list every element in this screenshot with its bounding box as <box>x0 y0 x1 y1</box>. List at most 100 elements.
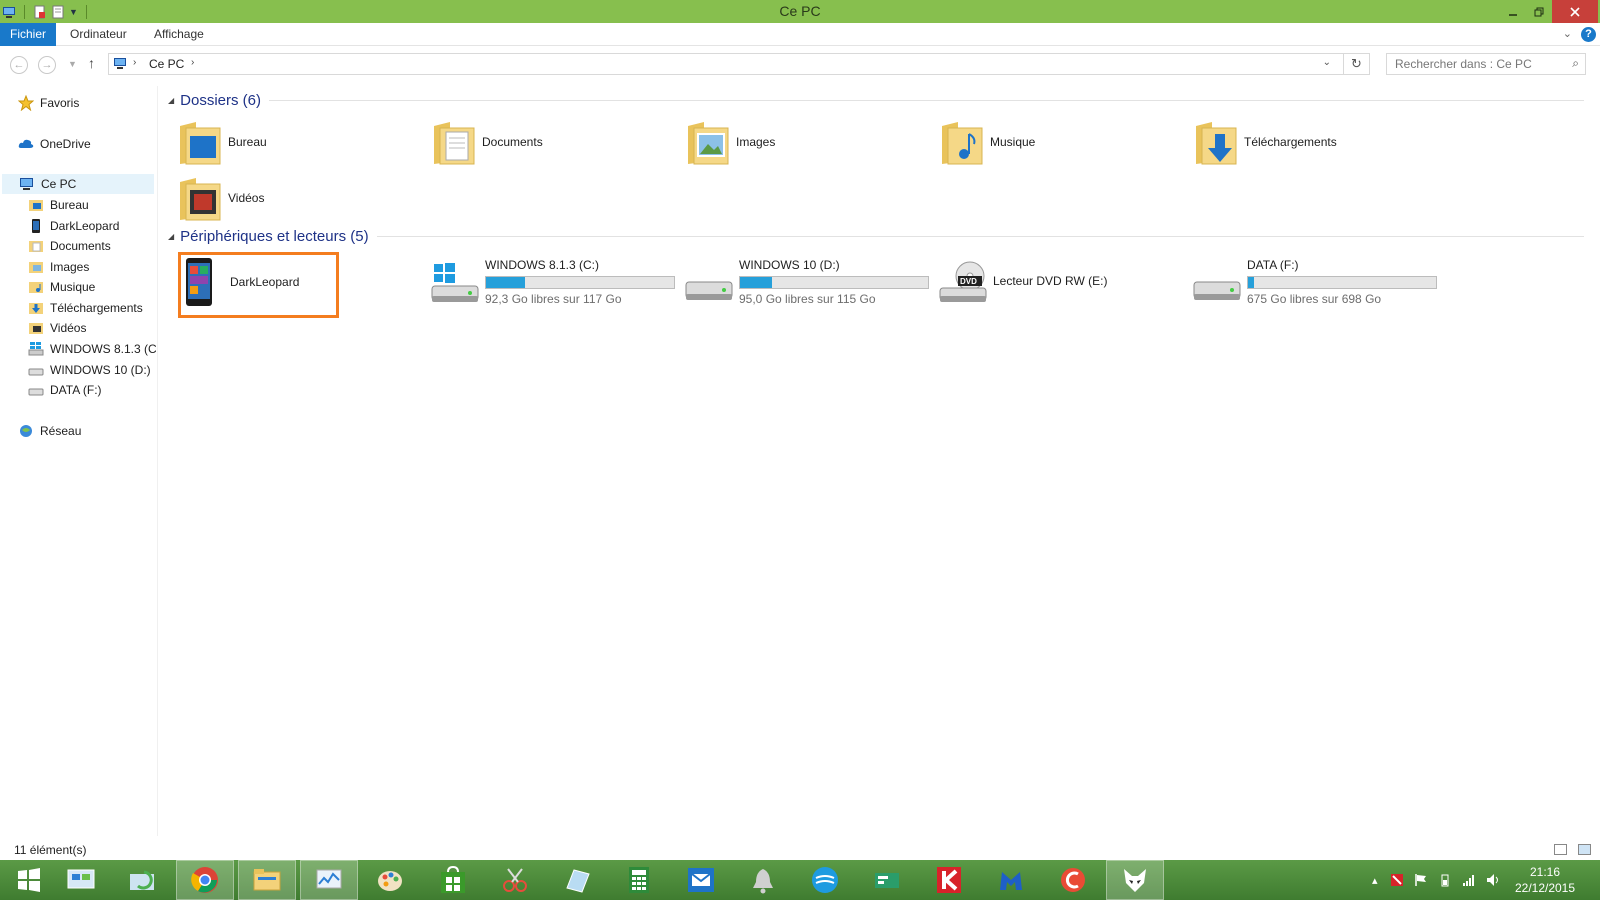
details-view-icon[interactable] <box>1554 844 1567 855</box>
volume-icon[interactable] <box>1486 873 1502 887</box>
star-icon <box>18 95 34 111</box>
taskbar-file-explorer[interactable] <box>238 860 296 900</box>
nav-item-onedrive[interactable]: OneDrive <box>18 134 91 154</box>
forward-button[interactable]: → <box>38 56 56 74</box>
breadcrumb-separator-icon[interactable]: › <box>133 57 136 68</box>
close-button[interactable] <box>1552 0 1598 23</box>
nav-label: WINDOWS 10 (D:) <box>50 363 151 377</box>
nav-item-drive-c[interactable]: WINDOWS 8.1.3 (C:) <box>28 339 156 359</box>
taskbar-calculator[interactable] <box>610 860 668 900</box>
taskbar-kaspersky[interactable] <box>920 860 978 900</box>
taskbar-paint[interactable] <box>362 860 420 900</box>
taskbar-weather[interactable] <box>796 860 854 900</box>
scissors-icon <box>503 868 527 892</box>
back-button[interactable]: ← <box>10 56 28 74</box>
svg-text:DVD: DVD <box>960 277 977 286</box>
taskbar-wolf-app[interactable] <box>1106 860 1164 900</box>
store-icon <box>441 865 465 893</box>
up-button[interactable]: ↑ <box>88 55 95 71</box>
taskbar-ccleaner[interactable] <box>1044 860 1102 900</box>
restore-button[interactable] <box>1526 0 1552 23</box>
folder-tile-images[interactable]: Images <box>684 114 775 170</box>
folder-desktop-icon <box>180 122 221 165</box>
nav-item-ce-pc[interactable]: Ce PC <box>2 174 154 194</box>
nav-item-drive-d[interactable]: WINDOWS 10 (D:) <box>28 360 151 380</box>
address-dropdown-icon[interactable]: ⌄ <box>1323 57 1331 68</box>
taskbar-snipping-tool[interactable] <box>486 860 544 900</box>
nav-item-videos[interactable]: Vidéos <box>28 318 86 338</box>
folder-tile-telechargements[interactable]: Téléchargements <box>1192 114 1337 170</box>
taskbar-card-reader[interactable] <box>858 860 916 900</box>
taskbar-store[interactable] <box>424 860 482 900</box>
search-icon[interactable]: ⌕ <box>1572 56 1579 71</box>
action-center-flag-icon[interactable] <box>1414 873 1428 887</box>
drive-free-space: 95,0 Go libres sur 115 Go <box>739 292 876 306</box>
folder-documents-icon <box>434 122 475 165</box>
refresh-icon[interactable]: ↻ <box>1343 54 1369 74</box>
folder-desktop-icon <box>29 200 43 211</box>
sync-icon <box>130 870 154 890</box>
nav-label: Bureau <box>50 198 89 212</box>
drive-tile-c[interactable]: WINDOWS 8.1.3 (C:) 92,3 Go libres sur 11… <box>430 254 680 316</box>
folder-label: Documents <box>482 135 543 149</box>
taskbar-notes[interactable] <box>548 860 606 900</box>
kaspersky-tray-icon[interactable] <box>1390 873 1404 887</box>
group-header-folders[interactable]: ◢ Dossiers (6) <box>168 88 1584 112</box>
folder-documents-icon <box>29 241 43 252</box>
collapse-triangle-icon[interactable]: ◢ <box>168 232 174 241</box>
nav-label: Musique <box>50 280 96 294</box>
breadcrumb-separator-icon[interactable]: › <box>191 57 194 68</box>
show-hidden-icons-icon[interactable]: ▴ <box>1372 874 1378 887</box>
clock-date: 22/12/2015 <box>1514 881 1576 895</box>
navigation-pane: Favoris OneDrive Ce PC Bureau DarkLeopar… <box>0 86 158 836</box>
title-bar: ▼ Ce PC <box>0 0 1600 23</box>
drive-label: WINDOWS 10 (D:) <box>739 258 840 272</box>
start-button[interactable] <box>0 860 58 900</box>
nav-item-drive-f[interactable]: DATA (F:) <box>28 380 102 400</box>
drive-label: DATA (F:) <box>1247 258 1299 272</box>
task-manager-icon <box>316 869 342 889</box>
taskbar-alarm[interactable] <box>734 860 792 900</box>
cloud-icon <box>18 139 34 148</box>
taskbar-control-panel[interactable] <box>52 860 110 900</box>
folder-label: Téléchargements <box>1244 135 1337 149</box>
taskbar-chrome[interactable] <box>176 860 234 900</box>
search-input[interactable]: Rechercher dans : Ce PC ⌕ <box>1386 53 1586 75</box>
taskbar-task-manager[interactable] <box>300 860 358 900</box>
folder-tile-bureau[interactable]: Bureau <box>176 114 267 170</box>
drive-tile-f[interactable]: DATA (F:) 675 Go libres sur 698 Go <box>1192 254 1442 316</box>
large-icons-view-icon[interactable] <box>1578 844 1591 855</box>
nav-item-telechargements[interactable]: Téléchargements <box>28 298 143 318</box>
tab-fichier[interactable]: Fichier <box>0 23 56 46</box>
expand-ribbon-icon[interactable]: ⌄ <box>1563 27 1572 40</box>
nav-item-reseau[interactable]: Réseau <box>18 421 81 441</box>
collapse-triangle-icon[interactable]: ◢ <box>168 96 174 105</box>
power-battery-icon[interactable] <box>1438 873 1452 887</box>
nav-item-images[interactable]: Images <box>28 257 89 277</box>
breadcrumb-ce-pc[interactable]: Ce PC <box>149 57 184 71</box>
folder-label: Musique <box>990 135 1036 149</box>
taskbar-malwarebytes[interactable] <box>982 860 1040 900</box>
folder-tile-documents[interactable]: Documents <box>430 114 543 170</box>
weather-icon <box>812 867 838 893</box>
taskbar-clock[interactable]: 21:16 22/12/2015 <box>1508 864 1582 896</box>
taskbar-sync[interactable] <box>114 860 172 900</box>
recent-locations-icon[interactable]: ▼ <box>68 59 77 69</box>
folder-tile-musique[interactable]: Musique <box>938 114 1035 170</box>
help-icon[interactable]: ? <box>1581 27 1596 42</box>
nav-item-favoris[interactable]: Favoris <box>18 93 79 113</box>
minimize-button[interactable] <box>1500 0 1526 23</box>
nav-item-documents[interactable]: Documents <box>28 236 111 256</box>
folder-tile-videos[interactable]: Vidéos <box>176 170 264 226</box>
address-bar[interactable]: › Ce PC › ⌄ ↻ <box>108 53 1370 75</box>
group-header-devices[interactable]: ◢ Périphériques et lecteurs (5) <box>168 224 1584 248</box>
taskbar-mail[interactable] <box>672 860 730 900</box>
nav-item-musique[interactable]: Musique <box>28 277 95 297</box>
drive-tile-d[interactable]: WINDOWS 10 (D:) 95,0 Go libres sur 115 G… <box>684 254 934 316</box>
nav-item-bureau[interactable]: Bureau <box>28 195 89 215</box>
nav-item-darkleopard[interactable]: DarkLeopard <box>28 216 119 236</box>
tab-ordinateur[interactable]: Ordinateur <box>58 23 139 46</box>
tab-affichage[interactable]: Affichage <box>142 23 216 46</box>
drive-tile-dvd[interactable]: DVD Lecteur DVD RW (E:) <box>938 254 1188 316</box>
network-signal-icon[interactable] <box>1462 873 1476 887</box>
